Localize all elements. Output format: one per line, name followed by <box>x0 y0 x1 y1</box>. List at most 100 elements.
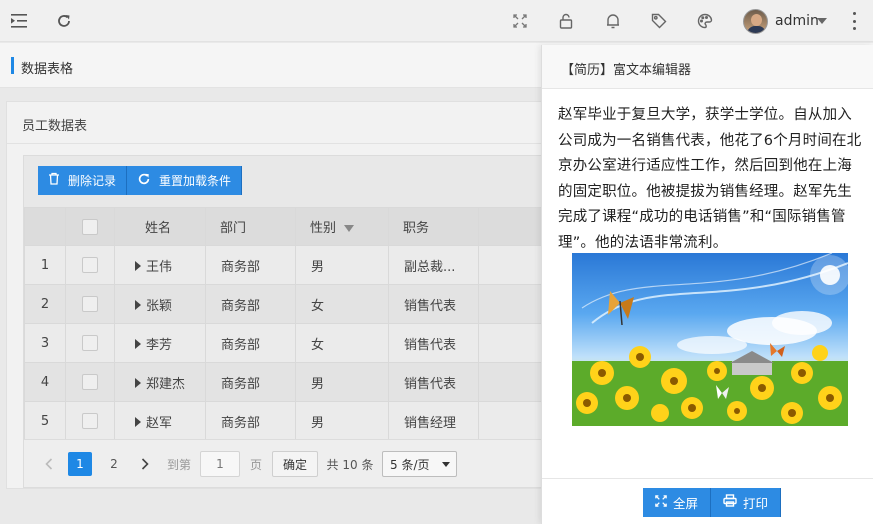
cell-job: 副总裁... <box>404 259 456 275</box>
expand-arrow-icon[interactable] <box>135 260 141 271</box>
menu-fold-icon[interactable] <box>9 11 29 31</box>
sex-column-header[interactable]: 性别 <box>295 207 389 246</box>
resume-drawer: 【简历】富文本编辑器 赵军毕业于复旦大学，获学士学位。自从加入公司成为一名销售代… <box>541 45 873 524</box>
expand-arrow-icon[interactable] <box>135 299 141 310</box>
name-column-header[interactable]: 姓名 <box>114 207 206 246</box>
row-index: 3 <box>24 323 66 363</box>
bell-icon[interactable] <box>603 11 623 31</box>
filter-icon[interactable] <box>344 225 355 232</box>
table-header-row: 姓名 部门 性别 职务 <box>24 207 608 246</box>
next-page-icon[interactable] <box>136 452 154 476</box>
refresh-icon <box>137 172 151 190</box>
cell-job: 销售代表 <box>404 298 457 314</box>
tag-icon[interactable] <box>649 11 669 31</box>
cell-dept: 商务部 <box>221 337 261 353</box>
drawer-header: 【简历】富文本编辑器 <box>542 45 873 89</box>
avatar[interactable] <box>743 9 768 34</box>
fullscreen-button[interactable]: 全屏 <box>643 488 712 517</box>
table-row[interactable]: 2 张颖 商务部 女 销售代表 <box>24 284 608 324</box>
select-all-checkbox[interactable] <box>82 218 98 235</box>
page-size-value: 5 条/页 <box>390 457 430 472</box>
refresh-icon[interactable] <box>54 11 74 31</box>
row-checkbox[interactable] <box>82 374 98 390</box>
row-checkbox[interactable] <box>82 335 98 351</box>
lock-icon[interactable] <box>556 11 576 31</box>
row-index: 2 <box>24 284 66 324</box>
cell-sex: 男 <box>311 376 325 392</box>
delete-records-button[interactable]: 删除记录 <box>38 166 128 195</box>
page-2-button[interactable]: 2 <box>102 452 126 476</box>
cell-name: 李芳 <box>146 337 173 353</box>
page-unit-label: 页 <box>249 457 262 472</box>
row-index: 1 <box>24 245 66 285</box>
cell-job: 销售代表 <box>404 376 457 392</box>
expand-arrow-icon[interactable] <box>135 416 141 427</box>
fullscreen-icon[interactable] <box>510 11 530 31</box>
cell-sex: 男 <box>311 415 325 431</box>
index-column-header <box>24 207 66 246</box>
pagination: 1 2 到第 1 页 确定 共 10 条 5 条/页 <box>24 439 608 487</box>
employee-panel: 员工数据表 删除记录 重置加载条件 姓名 部门 性别 职务 1 王伟 商务部 男… <box>6 101 608 489</box>
row-index: 4 <box>24 362 66 402</box>
user-name[interactable]: admin <box>775 13 819 29</box>
data-grid: 删除记录 重置加载条件 姓名 部门 性别 职务 1 王伟 商务部 男 副总裁..… <box>23 155 608 488</box>
employee-table: 姓名 部门 性别 职务 1 王伟 商务部 男 副总裁... 2 张颖 商务部 女… <box>24 207 608 441</box>
row-index: 5 <box>24 401 66 441</box>
confirm-jump-button[interactable]: 确定 <box>272 451 318 477</box>
chevron-down-icon <box>442 462 450 467</box>
panel-title: 员工数据表 <box>22 119 88 134</box>
cell-sex: 男 <box>311 259 325 275</box>
fullscreen-icon <box>655 494 667 511</box>
prev-page-icon[interactable] <box>40 452 58 476</box>
page-title: 数据表格 <box>21 62 74 77</box>
page-size-select[interactable]: 5 条/页 <box>382 451 457 477</box>
drawer-title: 【简历】富文本编辑器 <box>561 63 692 78</box>
row-checkbox[interactable] <box>82 413 98 429</box>
cell-dept: 商务部 <box>221 298 261 314</box>
reset-reload-label: 重置加载条件 <box>159 174 232 188</box>
page-1-button[interactable]: 1 <box>68 452 92 476</box>
table-row[interactable]: 5 赵军 商务部 男 销售经理 <box>24 401 608 441</box>
cell-name: 郑建杰 <box>146 376 186 392</box>
cell-job: 销售经理 <box>404 415 457 431</box>
cell-job: 销售代表 <box>404 337 457 353</box>
expand-arrow-icon[interactable] <box>135 377 141 388</box>
cell-sex: 女 <box>311 298 325 314</box>
top-header: admin <box>0 0 873 42</box>
chevron-down-icon[interactable] <box>817 18 827 24</box>
row-checkbox[interactable] <box>82 296 98 312</box>
print-button[interactable]: 打印 <box>711 488 782 517</box>
breadcrumb-accent-bar <box>11 57 14 74</box>
more-vertical-icon[interactable] <box>852 12 856 30</box>
expand-arrow-icon[interactable] <box>135 338 141 349</box>
fullscreen-label: 全屏 <box>673 496 699 511</box>
resume-picture <box>572 253 848 426</box>
cell-dept: 商务部 <box>221 376 261 392</box>
table-row[interactable]: 3 李芳 商务部 女 销售代表 <box>24 323 608 363</box>
row-checkbox[interactable] <box>82 257 98 273</box>
total-count: 共 10 条 <box>326 457 374 472</box>
table-row[interactable]: 4 郑建杰 商务部 男 销售代表 <box>24 362 608 402</box>
delete-records-label: 删除记录 <box>68 174 117 188</box>
select-all-column <box>65 207 115 246</box>
job-column-header[interactable]: 职务 <box>388 207 479 246</box>
cell-name: 王伟 <box>146 259 173 275</box>
cell-dept: 商务部 <box>221 259 261 275</box>
page-jump-input[interactable]: 1 <box>200 451 240 477</box>
print-label: 打印 <box>743 496 769 511</box>
resume-text: 赵军毕业于复旦大学，获学士学位。自从加入公司成为一名销售代表，他花了6个月时间在… <box>558 107 862 251</box>
cell-sex: 女 <box>311 337 325 353</box>
cell-dept: 商务部 <box>221 415 261 431</box>
grid-toolbar: 删除记录 重置加载条件 <box>38 166 243 195</box>
cell-name: 张颖 <box>146 298 173 314</box>
drawer-actions: 全屏 打印 <box>643 488 782 517</box>
dept-column-header[interactable]: 部门 <box>205 207 296 246</box>
table-row[interactable]: 1 王伟 商务部 男 副总裁... <box>24 245 608 285</box>
goto-label: 到第 <box>166 457 191 472</box>
trash-icon <box>48 172 60 189</box>
drawer-footer: 全屏 打印 <box>542 478 873 524</box>
reset-reload-button[interactable]: 重置加载条件 <box>127 166 243 195</box>
divider <box>7 143 605 144</box>
palette-icon[interactable] <box>695 11 715 31</box>
cell-name: 赵军 <box>146 415 173 431</box>
